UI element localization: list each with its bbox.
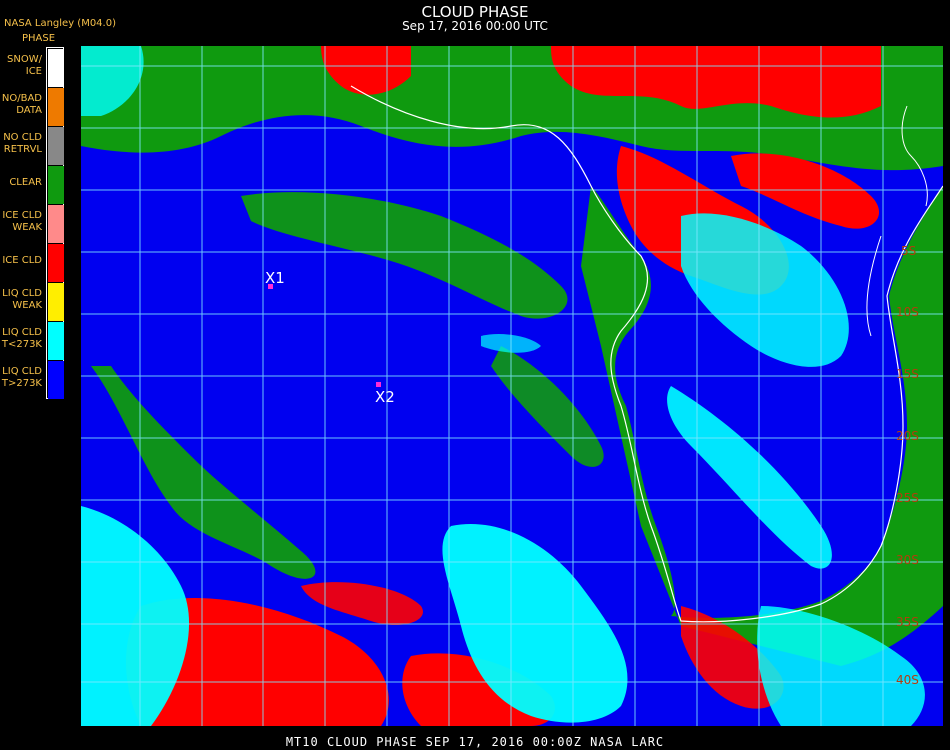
legend-label-3: CLEAR [9,177,42,188]
lat-label-25s: 25S [896,491,919,505]
legend-swatch-8 [48,361,64,399]
marker-x2-label: X2 [375,388,395,406]
legend-label-1: NO/BAD DATA [1,93,42,116]
lat-label-10s: 10S [896,305,919,319]
legend-swatch-6 [48,283,64,321]
marker-x2-point [376,382,381,387]
legend-label-2: NO CLD RETRVL [3,132,42,155]
legend-colorbar [46,47,64,399]
legend-label-4: ICE CLD WEAK [2,210,42,233]
legend-label-5: ICE CLD [2,255,42,266]
lat-label-35s: 35S [896,615,919,629]
lat-label-40s: 40S [896,673,919,687]
legend-swatch-1 [48,88,64,126]
map-timestamp: Sep 17, 2016 00:00 UTC [402,19,548,33]
legend-label-0: SNOW/ ICE [7,54,42,77]
legend-title: PHASE [22,33,56,44]
cloud-phase-map: 5S 10S 15S 20S 25S 30S 35S 40S X1 X2 [81,46,943,726]
legend-swatch-3 [48,166,64,204]
lat-label-20s: 20S [896,429,919,443]
legend-label-8: LIQ CLD T>273K [1,366,42,389]
lat-label-30s: 30S [896,553,919,567]
legend-swatch-2 [48,127,64,165]
footer-caption: MT10 CLOUD PHASE SEP 17, 2016 00:00Z NAS… [285,735,665,749]
legend-swatch-5 [48,244,64,282]
legend-swatch-7 [48,322,64,360]
marker-x1-label: X1 [265,269,285,287]
legend-label-7: LIQ CLD T<273K [1,327,42,350]
lat-label-15s: 15S [896,367,919,381]
legend-swatch-4 [48,205,64,243]
legend-swatch-0 [48,49,64,87]
legend-label-6: LIQ CLD WEAK [2,288,42,311]
lat-label-5s: 5S [901,244,916,258]
